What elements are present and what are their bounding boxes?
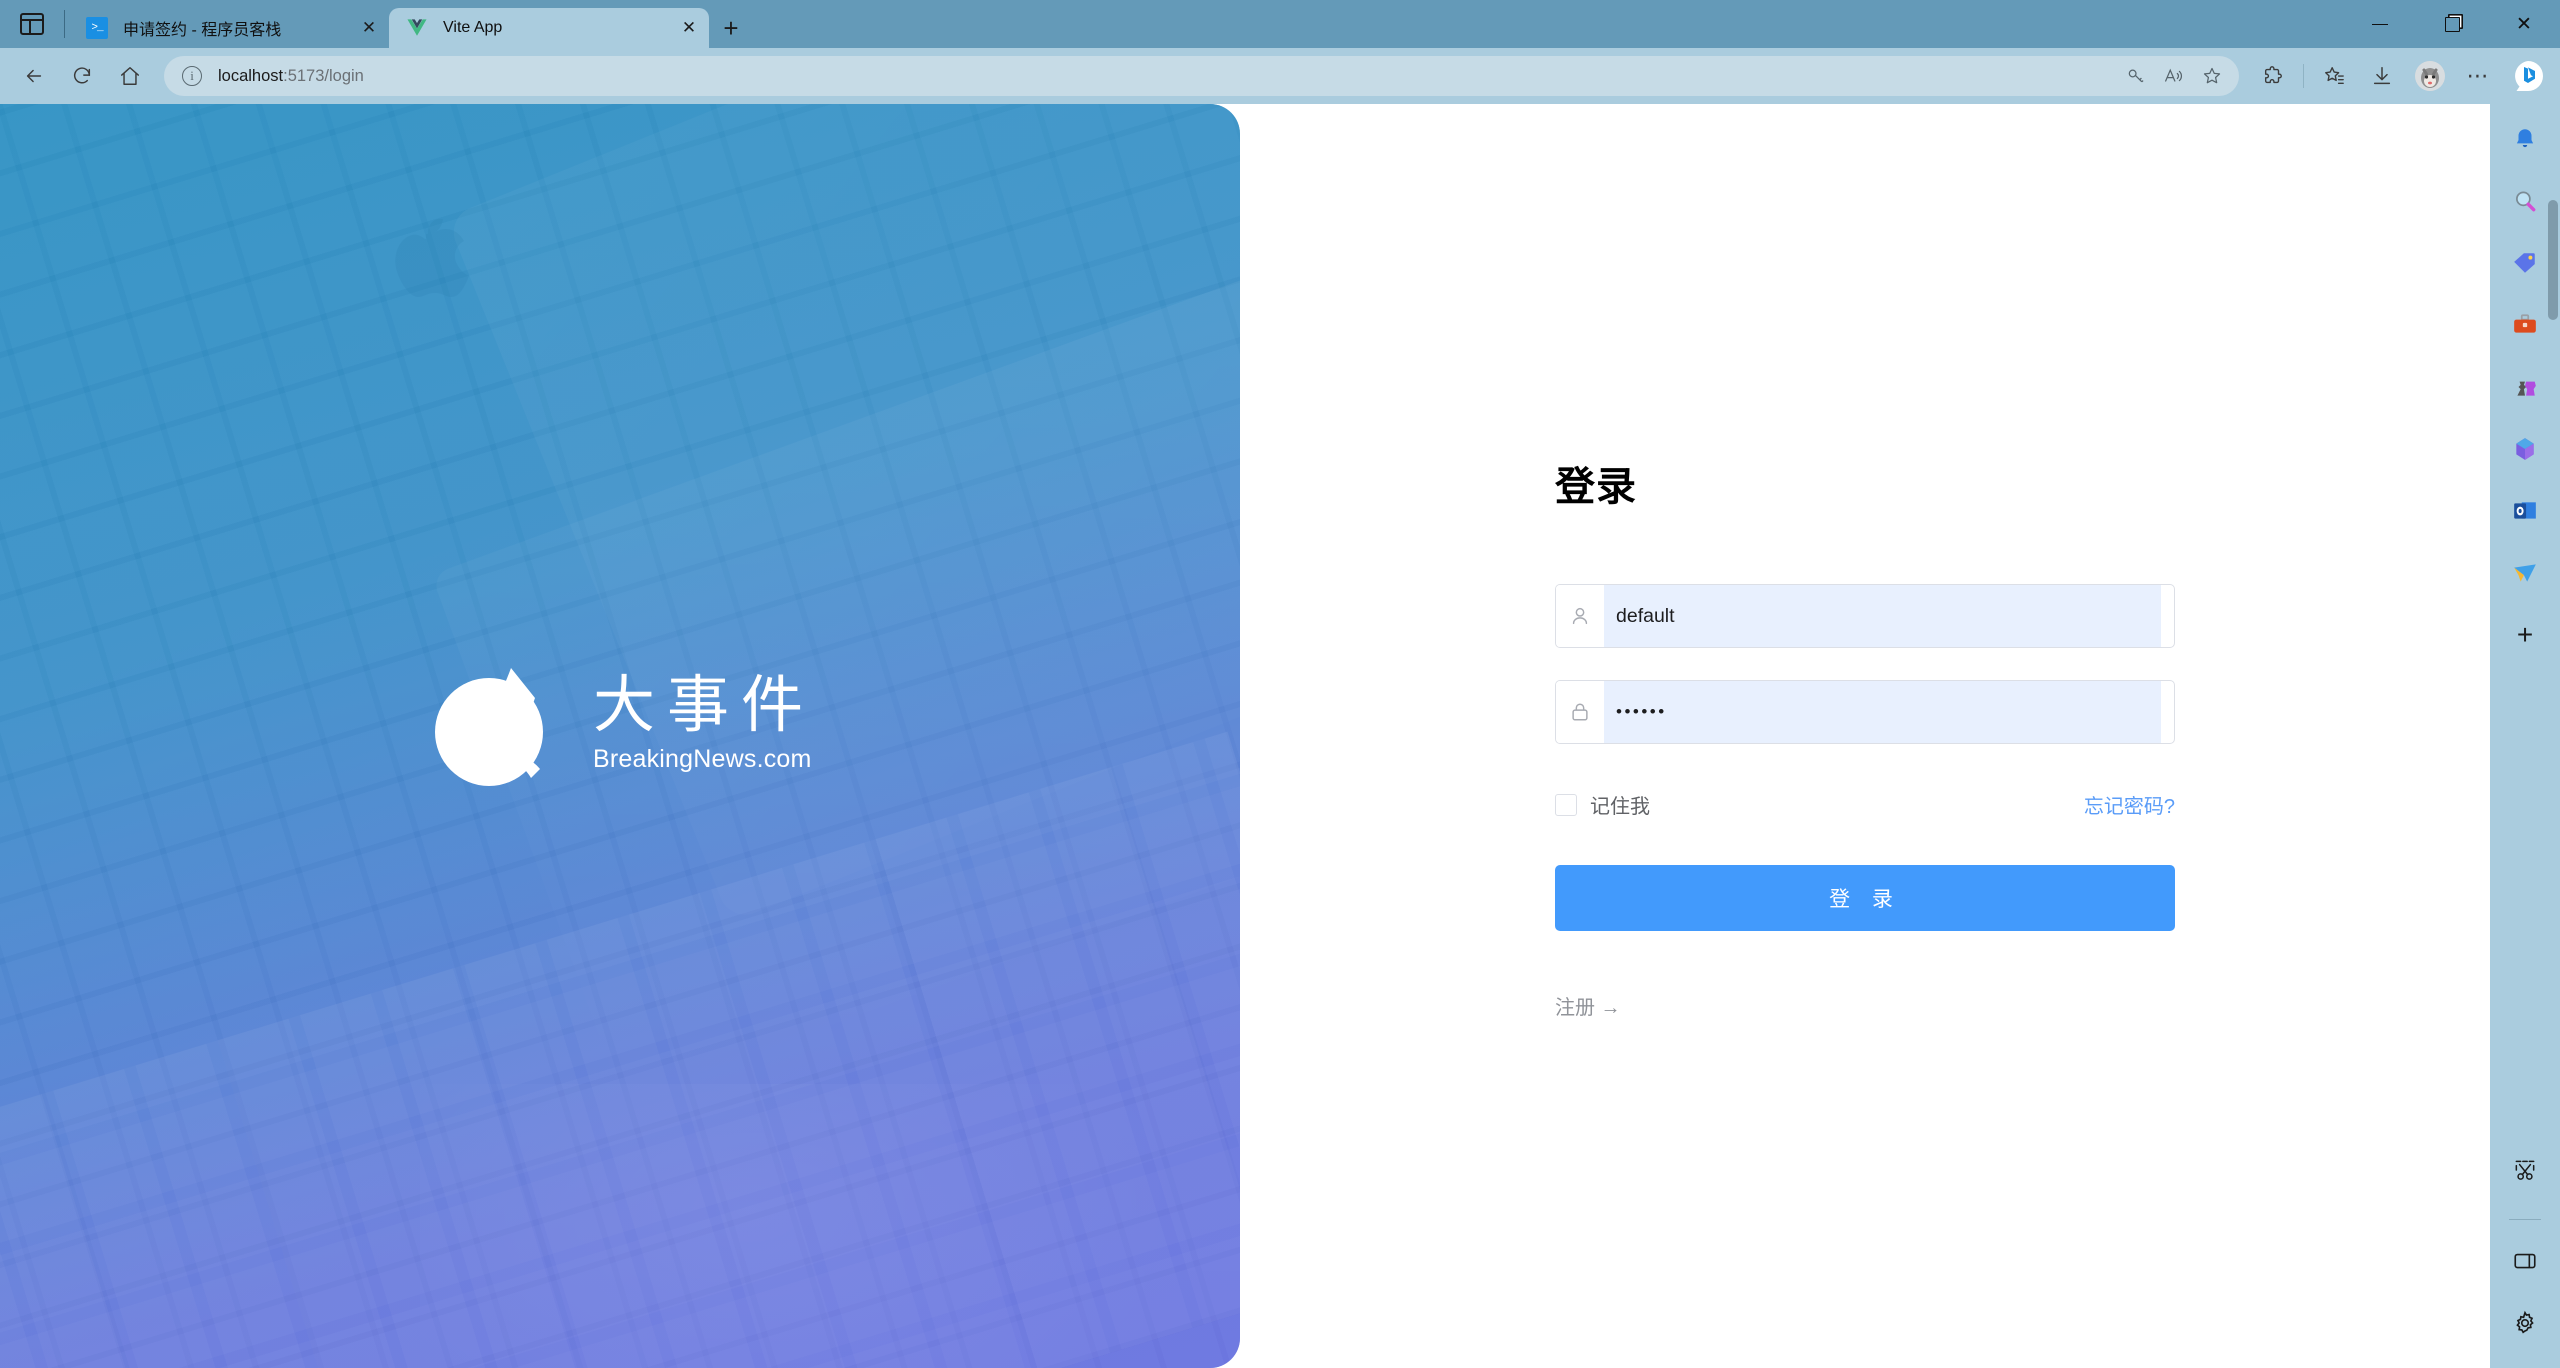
brand-logo: 大事件 BreakingNews.com bbox=[0, 652, 1240, 794]
collections-icon[interactable] bbox=[2314, 56, 2354, 96]
toolbar-divider bbox=[2303, 64, 2304, 88]
browser-titlebar: >_ 申请签约 - 程序员客栈 ✕ Vite App ✕ + ✕ bbox=[0, 0, 2560, 48]
bing-copilot-icon[interactable] bbox=[2506, 54, 2550, 98]
refresh-icon[interactable] bbox=[62, 56, 102, 96]
downloads-icon[interactable] bbox=[2362, 56, 2402, 96]
da-shiji-logo-mark bbox=[425, 652, 567, 794]
site-info-icon[interactable]: i bbox=[182, 66, 202, 86]
terminal-favicon-glyph: >_ bbox=[86, 17, 108, 39]
tab-title-1: 申请签约 - 程序员客栈 bbox=[123, 16, 355, 40]
forgot-password-link[interactable]: 忘记密码? bbox=[2084, 790, 2175, 819]
browser-window: >_ 申请签约 - 程序员客栈 ✕ Vite App ✕ + ✕ bbox=[0, 0, 2560, 1368]
address-bar-url: localhost:5173/login bbox=[218, 67, 364, 86]
read-aloud-icon[interactable] bbox=[2155, 59, 2193, 93]
register-link[interactable]: 注册 → bbox=[1555, 991, 2175, 1020]
tab-close-1[interactable]: ✕ bbox=[355, 14, 383, 42]
page-viewport: 大事件 BreakingNews.com 登录 bbox=[0, 104, 2490, 1368]
page-title: 登录 bbox=[1555, 454, 2175, 512]
login-options-row: 记住我 忘记密码? bbox=[1555, 790, 2175, 819]
url-path: :5173/login bbox=[283, 67, 364, 85]
login-form: 登录 记住我 bbox=[1555, 454, 2175, 1020]
brand-name-en: BreakingNews.com bbox=[593, 745, 815, 774]
browser-toolbar: i localhost:5173/login bbox=[0, 48, 2560, 104]
browser-tab-2[interactable]: Vite App ✕ bbox=[389, 8, 709, 48]
login-form-pane: 登录 记住我 bbox=[1240, 104, 2490, 1368]
close-window-button[interactable]: ✕ bbox=[2488, 0, 2560, 48]
tab-list-icon[interactable] bbox=[0, 0, 64, 48]
favorite-star-icon[interactable] bbox=[2193, 59, 2231, 93]
extensions-icon[interactable] bbox=[2253, 56, 2293, 96]
vue-favicon bbox=[405, 16, 429, 40]
key-icon[interactable] bbox=[2117, 59, 2155, 93]
terminal-favicon: >_ bbox=[85, 16, 109, 40]
tab-list-glyph bbox=[20, 13, 44, 35]
page-scrollbar[interactable] bbox=[2542, 104, 2560, 1368]
browser-settings-icon[interactable]: ⋯ bbox=[2458, 56, 2498, 96]
browser-tab-1[interactable]: >_ 申请签约 - 程序员客栈 ✕ bbox=[69, 8, 389, 48]
brand-name-cn: 大事件 bbox=[593, 672, 815, 737]
minimize-button[interactable] bbox=[2344, 0, 2416, 48]
scrollbar-thumb[interactable] bbox=[2548, 200, 2558, 320]
username-input[interactable] bbox=[1604, 585, 2161, 647]
home-icon[interactable] bbox=[110, 56, 150, 96]
restore-button[interactable] bbox=[2416, 0, 2488, 48]
avatar bbox=[2415, 61, 2445, 91]
back-icon[interactable] bbox=[14, 56, 54, 96]
remember-me-label: 记住我 bbox=[1590, 790, 1650, 819]
address-bar[interactable]: i localhost:5173/login bbox=[164, 56, 2239, 96]
window-controls: ✕ bbox=[2344, 0, 2560, 48]
lock-icon bbox=[1556, 681, 1604, 743]
login-submit-button[interactable]: 登 录 bbox=[1555, 865, 2175, 931]
password-field[interactable] bbox=[1555, 680, 2175, 744]
tab-title-2: Vite App bbox=[443, 19, 675, 37]
remember-me-checkbox[interactable] bbox=[1555, 794, 1577, 816]
remember-me-row[interactable]: 记住我 bbox=[1555, 790, 1650, 819]
omnibox-actions bbox=[2117, 59, 2231, 93]
url-host: localhost bbox=[218, 67, 283, 85]
password-input[interactable] bbox=[1604, 681, 2161, 743]
sidebar-divider bbox=[2509, 1219, 2541, 1220]
profile-avatar[interactable] bbox=[2410, 56, 2450, 96]
user-icon bbox=[1556, 585, 1604, 647]
tab-close-2[interactable]: ✕ bbox=[675, 14, 703, 42]
tab-divider bbox=[64, 10, 65, 38]
username-field[interactable] bbox=[1555, 584, 2175, 648]
login-hero-panel: 大事件 BreakingNews.com bbox=[0, 104, 1240, 1368]
brand-logo-text: 大事件 BreakingNews.com bbox=[593, 672, 815, 774]
new-tab-button[interactable]: + bbox=[709, 8, 753, 48]
tab-strip: >_ 申请签约 - 程序员客栈 ✕ Vite App ✕ + bbox=[0, 0, 2344, 48]
